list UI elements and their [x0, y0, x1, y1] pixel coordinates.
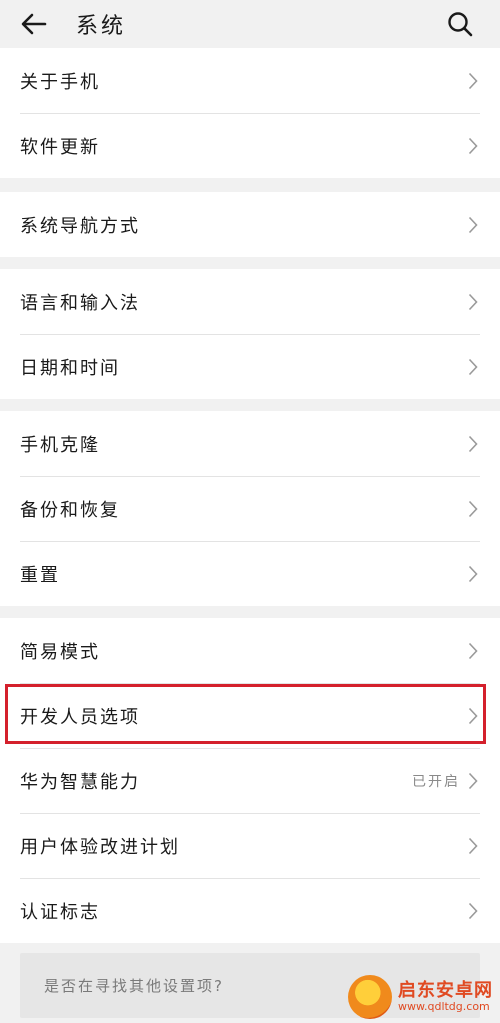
chevron-right-icon	[466, 70, 480, 92]
chevron-right-icon	[466, 356, 480, 378]
app-header: 系统	[0, 0, 500, 48]
chevron-right-icon	[466, 433, 480, 455]
settings-item-label: 用户体验改进计划	[20, 836, 180, 858]
settings-item-huawei-ai[interactable]: 华为智慧能力 已开启	[0, 748, 500, 813]
chevron-right-icon	[466, 770, 480, 792]
settings-item-label: 软件更新	[20, 136, 100, 158]
chevron-right-icon	[466, 291, 480, 313]
settings-item-label: 备份和恢复	[20, 499, 120, 521]
back-arrow-icon	[21, 13, 47, 35]
settings-item-label: 华为智慧能力	[20, 771, 140, 793]
settings-item-label: 手机克隆	[20, 434, 100, 456]
settings-item-navigation[interactable]: 系统导航方式	[0, 192, 500, 257]
chevron-right-icon	[466, 135, 480, 157]
settings-item-label: 系统导航方式	[20, 215, 140, 237]
watermark: 启东安卓网 www.qdltdg.com	[348, 971, 498, 1023]
chevron-right-icon	[466, 640, 480, 662]
settings-item-label: 简易模式	[20, 641, 100, 663]
watermark-logo-icon	[348, 975, 392, 1019]
settings-item-user-experience[interactable]: 用户体验改进计划	[0, 813, 500, 878]
settings-item-simple-mode[interactable]: 简易模式	[0, 618, 500, 683]
chevron-right-icon	[466, 835, 480, 857]
chevron-right-icon	[466, 900, 480, 922]
settings-item-phone-clone[interactable]: 手机克隆	[0, 411, 500, 476]
settings-item-label: 关于手机	[20, 71, 100, 93]
status-text: 已开启	[412, 773, 460, 790]
settings-item-date-time[interactable]: 日期和时间	[0, 334, 500, 399]
chevron-right-icon	[466, 563, 480, 585]
chevron-right-icon	[466, 498, 480, 520]
settings-group-4: 手机克隆 备份和恢复 重置	[0, 411, 500, 606]
settings-item-developer-options[interactable]: 开发人员选项	[0, 683, 500, 748]
suggestion-text: 是否在寻找其他设置项?	[44, 977, 224, 995]
settings-group-2: 系统导航方式	[0, 192, 500, 257]
chevron-right-icon	[466, 214, 480, 236]
settings-item-about-phone[interactable]: 关于手机	[0, 48, 500, 113]
settings-item-label: 日期和时间	[20, 357, 120, 379]
search-icon	[448, 12, 473, 37]
settings-item-label: 语言和输入法	[20, 292, 140, 314]
settings-item-label: 开发人员选项	[20, 706, 140, 728]
settings-item-language-input[interactable]: 语言和输入法	[0, 269, 500, 334]
settings-item-reset[interactable]: 重置	[0, 541, 500, 606]
settings-group-3: 语言和输入法 日期和时间	[0, 269, 500, 399]
chevron-right-icon	[466, 705, 480, 727]
search-button[interactable]	[440, 4, 480, 44]
watermark-url: www.qdltdg.com	[398, 999, 490, 1013]
settings-group-5: 简易模式 开发人员选项 华为智慧能力 已开启 用户体验改进计划 认证标志	[0, 618, 500, 943]
settings-item-software-update[interactable]: 软件更新	[0, 113, 500, 178]
back-button[interactable]	[14, 4, 54, 44]
settings-item-backup-restore[interactable]: 备份和恢复	[0, 476, 500, 541]
settings-item-certification[interactable]: 认证标志	[0, 878, 500, 943]
settings-group-1: 关于手机 软件更新	[0, 48, 500, 178]
settings-item-label: 认证标志	[20, 901, 100, 923]
settings-item-label: 重置	[20, 564, 60, 586]
watermark-name: 启东安卓网	[398, 979, 493, 1001]
page-title: 系统	[76, 14, 127, 39]
